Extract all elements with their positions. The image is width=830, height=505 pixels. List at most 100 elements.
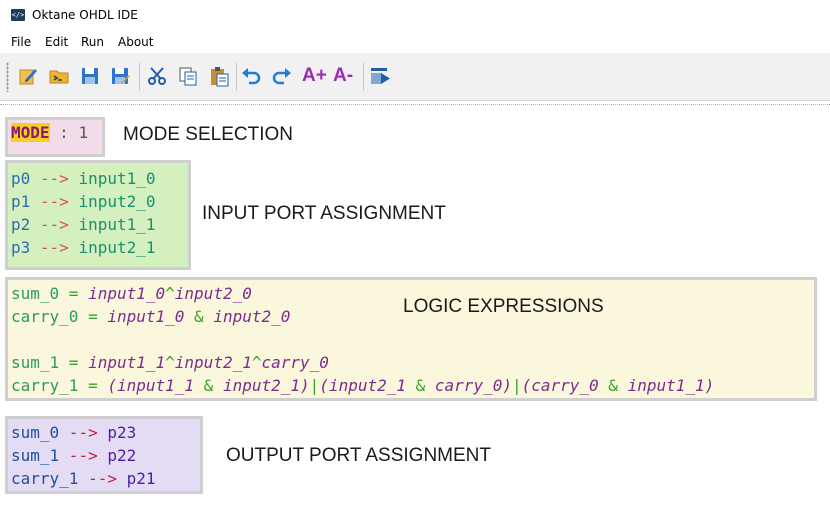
signal-name: sum_0 (11, 423, 60, 442)
open-folder-icon[interactable] (48, 65, 70, 87)
operand: (carry_0 (521, 376, 599, 395)
and-op: & (598, 376, 628, 395)
redo-icon[interactable] (271, 65, 293, 87)
arrow: --> (78, 469, 127, 488)
code-line[interactable]: MODE : 1 (11, 121, 102, 144)
operand: input2_1) (222, 376, 310, 395)
mode-keyword: MODE (11, 123, 50, 142)
lhs-signal: sum_0 (11, 284, 60, 303)
operand: input2_1 (174, 353, 252, 372)
port-name: p22 (107, 446, 137, 465)
toolbar-separator (139, 63, 140, 91)
assign-op: = (78, 307, 108, 326)
menu-about[interactable]: About (118, 35, 153, 49)
operand: input1_0 (107, 307, 185, 326)
font-decrease-icon[interactable]: A- (333, 65, 359, 87)
signal-name: input1_1 (78, 215, 156, 234)
title-bar: </> Oktane OHDL IDE (0, 0, 830, 31)
lhs-signal: carry_1 (11, 376, 79, 395)
toolbar-separator (236, 63, 237, 91)
operand: input2_0 (213, 307, 291, 326)
or-op: | (309, 376, 320, 395)
code-line-empty[interactable] (11, 328, 814, 351)
code-line[interactable]: p0 --> input1_0 (11, 167, 188, 190)
undo-icon[interactable] (240, 65, 262, 87)
signal-name: carry_1 (11, 469, 79, 488)
menu-bar: File Edit Run About (0, 31, 830, 53)
window-title: Oktane OHDL IDE (32, 8, 138, 22)
toolbar-divider (0, 104, 830, 105)
annotation-logic: LOGIC EXPRESSIONS (403, 296, 604, 317)
cut-icon[interactable] (146, 65, 168, 87)
code-editor[interactable]: MODE : 1 MODE SELECTION p0 --> input1_0 … (0, 110, 830, 505)
toolbar-separator (363, 63, 364, 91)
and-op: & (184, 307, 214, 326)
assign-op: = (78, 376, 108, 395)
signal-name: sum_1 (11, 446, 60, 465)
port-name: p0 (11, 169, 31, 188)
signal-name: input1_0 (78, 169, 156, 188)
mode-block: MODE : 1 (5, 117, 105, 157)
code-line[interactable]: sum_0 --> p23 (11, 421, 200, 444)
paste-icon[interactable] (208, 65, 230, 87)
operand: input2_0 (174, 284, 252, 303)
menu-edit[interactable]: Edit (45, 35, 68, 49)
annotation-output: OUTPUT PORT ASSIGNMENT (226, 445, 491, 466)
code-line[interactable]: p1 --> input2_0 (11, 190, 188, 213)
port-name: p2 (11, 215, 31, 234)
mode-separator: : (49, 123, 79, 142)
port-name: p23 (107, 423, 137, 442)
signal-name: input2_1 (78, 238, 156, 257)
code-line[interactable]: sum_1 --> p22 (11, 444, 200, 467)
font-decrease-label: A- (333, 65, 354, 86)
run-icon[interactable] (369, 65, 391, 87)
arrow: --> (59, 446, 108, 465)
toolbar-grip[interactable] (6, 62, 9, 92)
and-op: & (406, 376, 435, 395)
or-op: | (511, 376, 522, 395)
arrow: --> (30, 238, 79, 257)
operand: carry_0) (434, 376, 512, 395)
signal-name: input2_0 (78, 192, 156, 211)
assign-op: = (59, 284, 89, 303)
port-name: p21 (126, 469, 156, 488)
menu-file[interactable]: File (11, 35, 31, 49)
font-increase-icon[interactable]: A+ (302, 65, 328, 87)
code-line[interactable]: carry_1 --> p21 (11, 467, 200, 490)
operand: (input1_1 (107, 376, 195, 395)
port-name: p1 (11, 192, 31, 211)
code-line[interactable]: sum_1 = input1_1^input2_1^carry_0 (11, 351, 814, 374)
font-increase-label: A+ (302, 65, 327, 86)
arrow: --> (30, 215, 79, 234)
code-line[interactable]: p2 --> input1_1 (11, 213, 188, 236)
annotation-input: INPUT PORT ASSIGNMENT (202, 203, 446, 224)
port-name: p3 (11, 238, 31, 257)
arrow: --> (59, 423, 108, 442)
arrow: --> (30, 192, 79, 211)
operand: input1_0 (88, 284, 166, 303)
operand: (input2_1 (319, 376, 406, 395)
operand: carry_0 (261, 353, 329, 372)
save-as-icon[interactable] (109, 65, 131, 87)
input-block: p0 --> input1_0 p1 --> input2_0 p2 --> i… (5, 160, 191, 270)
code-line[interactable]: carry_1 = (input1_1 & input2_1)|(input2_… (11, 374, 814, 397)
lhs-signal: sum_1 (11, 353, 60, 372)
new-file-icon[interactable] (17, 65, 39, 87)
and-op: & (194, 376, 223, 395)
save-icon[interactable] (79, 65, 101, 87)
app-icon: </> (11, 9, 25, 21)
toolbar: A+ A- (0, 53, 830, 101)
menu-run[interactable]: Run (81, 35, 104, 49)
code-line[interactable]: p3 --> input2_1 (11, 236, 188, 259)
xor-op: ^ (165, 353, 175, 372)
lhs-signal: carry_0 (11, 307, 79, 326)
assign-op: = (59, 353, 89, 372)
copy-icon[interactable] (177, 65, 199, 87)
annotation-mode: MODE SELECTION (123, 124, 293, 145)
operand: input1_1 (88, 353, 166, 372)
output-block: sum_0 --> p23 sum_1 --> p22 carry_1 --> … (5, 416, 203, 494)
xor-op: ^ (165, 284, 175, 303)
mode-value: 1 (78, 123, 89, 142)
arrow: --> (30, 169, 79, 188)
operand: input1_1) (627, 376, 715, 395)
